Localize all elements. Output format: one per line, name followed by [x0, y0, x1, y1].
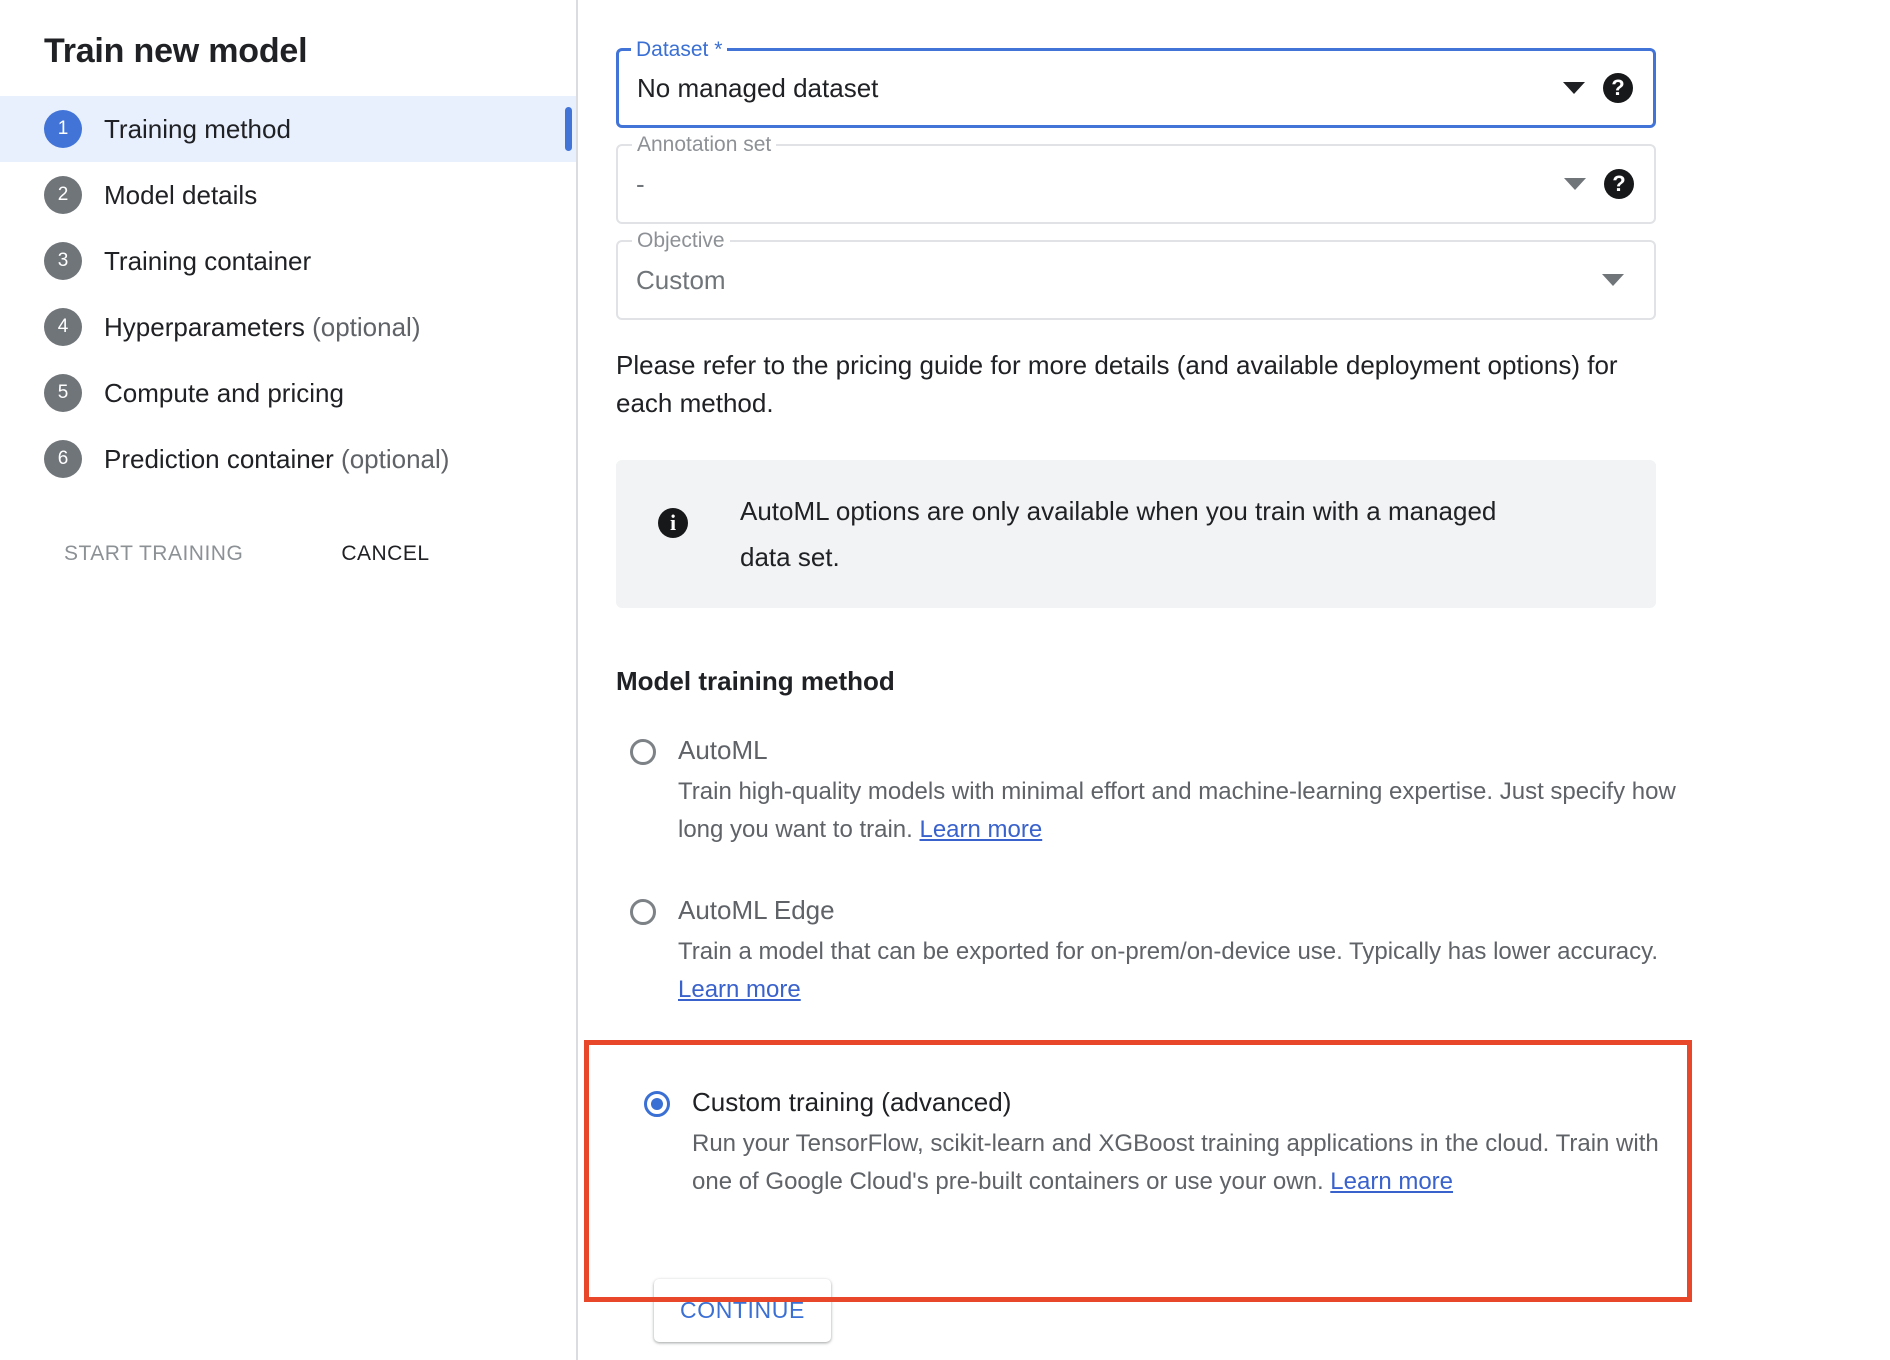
step-label-text: Training method — [104, 114, 291, 144]
annotation-set-field-wrap: Annotation set - ? — [616, 144, 1890, 224]
sidebar-item-label: Compute and pricing — [104, 378, 344, 409]
step-number-4: 4 — [44, 308, 82, 346]
sidebar-item-prediction-container[interactable]: 6 Prediction container (optional) — [0, 426, 576, 492]
step-optional-tag: (optional) — [341, 444, 449, 474]
dataset-field-wrap: Dataset * No managed dataset ? — [616, 48, 1890, 128]
radio-icon-selected[interactable] — [644, 1091, 670, 1117]
radio-option-automl[interactable]: AutoML Train high-quality models with mi… — [616, 733, 1890, 849]
step-label-text: Prediction container — [104, 444, 334, 474]
active-step-indicator — [565, 107, 572, 151]
chevron-down-icon[interactable] — [1564, 178, 1586, 190]
continue-button[interactable]: CONTINUE — [654, 1279, 831, 1342]
learn-more-link[interactable]: Learn more — [678, 976, 801, 1003]
sidebar-item-compute-and-pricing[interactable]: 5 Compute and pricing — [0, 360, 576, 426]
chevron-down-icon[interactable] — [1602, 274, 1624, 286]
annotation-set-select[interactable]: Annotation set - ? — [616, 144, 1656, 224]
objective-select[interactable]: Objective Custom — [616, 240, 1656, 320]
annotation-set-label: Annotation set — [632, 134, 776, 156]
radio-description-text: Run your TensorFlow, scikit-learn and XG… — [692, 1130, 1659, 1195]
step-number-1: 1 — [44, 110, 82, 148]
radio-description-text: Train a model that can be exported for o… — [678, 938, 1658, 965]
radio-description: Run your TensorFlow, scikit-learn and XG… — [692, 1125, 1692, 1201]
sidebar-item-training-method[interactable]: 1 Training method — [0, 96, 576, 162]
sidebar-item-label: Hyperparameters (optional) — [104, 312, 421, 343]
step-nav: 1 Training method 2 Model details 3 Trai… — [0, 96, 576, 492]
learn-more-link[interactable]: Learn more — [919, 816, 1042, 843]
step-label-text: Hyperparameters — [104, 312, 305, 342]
radio-option-custom-training[interactable]: Custom training (advanced) Run your Tens… — [630, 1085, 1890, 1201]
learn-more-link[interactable]: Learn more — [1330, 1168, 1453, 1195]
start-training-button[interactable]: START TRAINING — [56, 532, 251, 576]
radio-icon[interactable] — [630, 739, 656, 765]
sidebar-item-model-details[interactable]: 2 Model details — [0, 162, 576, 228]
model-training-method-radio-group: AutoML Train high-quality models with mi… — [616, 733, 1890, 1342]
step-optional-tag: (optional) — [312, 312, 420, 342]
radio-option-automl-edge[interactable]: AutoML Edge Train a model that can be ex… — [616, 893, 1890, 1009]
step-label-text: Compute and pricing — [104, 378, 344, 408]
annotation-set-value: - — [636, 169, 1564, 200]
step-number-5: 5 — [44, 374, 82, 412]
dataset-select[interactable]: Dataset * No managed dataset ? — [616, 48, 1656, 128]
info-banner-text: AutoML options are only available when y… — [740, 488, 1540, 580]
sidebar-item-label: Prediction container (optional) — [104, 444, 449, 475]
sidebar-item-training-container[interactable]: 3 Training container — [0, 228, 576, 294]
main-content: Dataset * No managed dataset ? Annotatio… — [578, 0, 1890, 1360]
help-icon[interactable]: ? — [1604, 169, 1634, 199]
radio-description: Train a model that can be exported for o… — [678, 933, 1678, 1009]
radio-body: AutoML Edge Train a model that can be ex… — [678, 893, 1890, 1009]
train-new-model-page: Train new model 1 Training method 2 Mode… — [0, 0, 1890, 1360]
radio-icon[interactable] — [630, 899, 656, 925]
sidebar-item-label: Model details — [104, 180, 257, 211]
automl-info-banner: i AutoML options are only available when… — [616, 460, 1656, 608]
cancel-button[interactable]: CANCEL — [333, 532, 437, 576]
radio-label: AutoML Edge — [678, 893, 1890, 927]
sidebar-item-label: Training container — [104, 246, 311, 277]
objective-label: Objective — [632, 230, 730, 252]
radio-label: Custom training (advanced) — [692, 1085, 1890, 1119]
objective-field-wrap: Objective Custom — [616, 240, 1890, 320]
objective-value: Custom — [636, 265, 1602, 296]
sidebar-item-label: Training method — [104, 114, 291, 145]
help-icon[interactable]: ? — [1603, 73, 1633, 103]
dataset-label: Dataset * — [631, 39, 727, 61]
radio-label: AutoML — [678, 733, 1890, 767]
info-icon: i — [658, 508, 688, 538]
section-heading-model-training-method: Model training method — [616, 666, 1890, 697]
custom-training-block: Custom training (advanced) Run your Tens… — [616, 1053, 1890, 1342]
radio-body: AutoML Train high-quality models with mi… — [678, 733, 1890, 849]
dataset-value: No managed dataset — [637, 73, 1563, 104]
radio-description-text: Train high-quality models with minimal e… — [678, 778, 1676, 843]
sidebar-item-hyperparameters[interactable]: 4 Hyperparameters (optional) — [0, 294, 576, 360]
step-number-6: 6 — [44, 440, 82, 478]
radio-body: Custom training (advanced) Run your Tens… — [692, 1085, 1890, 1201]
step-number-2: 2 — [44, 176, 82, 214]
sidebar: Train new model 1 Training method 2 Mode… — [0, 0, 578, 1360]
page-title: Train new model — [0, 0, 576, 72]
radio-description: Train high-quality models with minimal e… — [678, 773, 1678, 849]
chevron-down-icon[interactable] — [1563, 82, 1585, 94]
pricing-note: Please refer to the pricing guide for mo… — [616, 346, 1646, 422]
step-label-text: Training container — [104, 246, 311, 276]
step-number-3: 3 — [44, 242, 82, 280]
step-label-text: Model details — [104, 180, 257, 210]
sidebar-actions: START TRAINING CANCEL — [0, 532, 576, 576]
training-method-form: Dataset * No managed dataset ? Annotatio… — [578, 0, 1890, 1342]
